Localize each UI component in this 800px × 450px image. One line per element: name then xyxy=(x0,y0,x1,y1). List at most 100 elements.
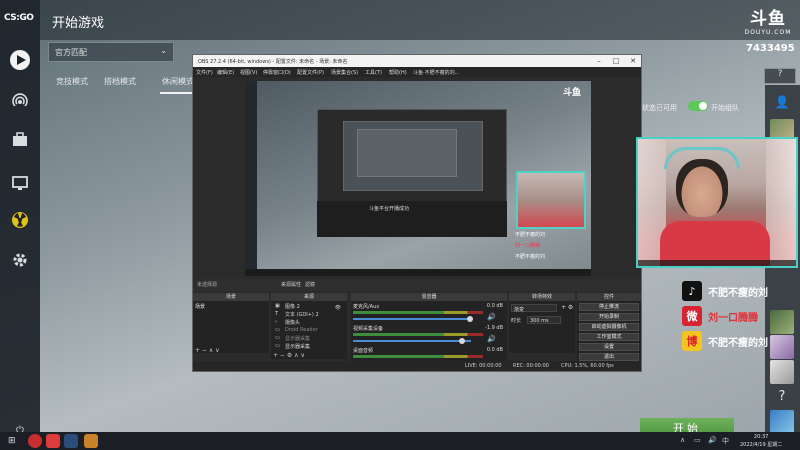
volume-slider[interactable] xyxy=(353,318,471,320)
volume-slider[interactable] xyxy=(353,340,471,342)
mixer-channel-name: 麦克风/Aux xyxy=(353,304,380,310)
social-handle: 不肥不瘦的刘 xyxy=(708,337,768,349)
obs-status-bar: LIVE: 00:00:00 REC: 00:00:00 CPU: 1.5%, … xyxy=(193,361,641,371)
douyu-brand-sub: DOUYU.COM xyxy=(744,29,792,36)
tray-arrow-icon[interactable]: ∧ xyxy=(680,436,685,444)
stop-streaming-button[interactable]: 停止推流 xyxy=(579,303,639,311)
speaker-icon[interactable]: 🔊 xyxy=(487,335,496,343)
menu-tools[interactable]: 工具(T) xyxy=(365,69,382,76)
exit-button[interactable]: 退出 xyxy=(579,353,639,361)
menu-scene-collection[interactable]: 场景集合(S) xyxy=(331,69,358,76)
speaker-icon[interactable]: 🔊 xyxy=(487,313,496,321)
source-item[interactable]: 摄像头 xyxy=(285,319,300,326)
source-item[interactable]: 图像 2 xyxy=(285,303,300,310)
preview-webcam xyxy=(516,171,586,229)
status-toggle-label: 状态已可用 xyxy=(642,104,677,112)
obs-window[interactable]: OBS 27.2.4 (64-bit, windows) - 配置文件: 未命名… xyxy=(192,54,642,372)
obs-app-icon[interactable] xyxy=(28,434,42,448)
source-item[interactable]: 文本 (GDI+) 2 xyxy=(285,311,319,318)
image-icon: ▣ xyxy=(275,303,280,309)
transition-add-icon[interactable]: + ⚙ xyxy=(561,304,573,311)
preview-douyu-logo: 斗鱼 xyxy=(563,88,582,98)
radiation-icon[interactable] xyxy=(8,208,32,232)
social-handle: 不肥不瘦的刘 xyxy=(708,287,768,299)
friend-avatar[interactable] xyxy=(770,335,794,359)
scene-item[interactable]: 场景 xyxy=(195,303,205,310)
weibo-icon: 微 xyxy=(682,306,702,326)
steam-app-icon[interactable] xyxy=(64,434,78,448)
friend-avatar[interactable] xyxy=(770,310,794,334)
preview-taskbar xyxy=(245,269,591,276)
duration-input[interactable]: 300 ms xyxy=(527,316,561,324)
menu-docks[interactable]: 停靠窗口(D) xyxy=(263,69,291,76)
scenes-list[interactable]: 场景 + − ∧ ∨ xyxy=(193,301,269,354)
volume-knob[interactable] xyxy=(459,338,465,344)
friend-avatar[interactable] xyxy=(770,360,794,384)
menu-profile[interactable]: 配置文件(P) xyxy=(297,69,324,76)
tab-competitive[interactable]: 竞技模式 xyxy=(56,76,88,87)
network-icon[interactable]: ▭ xyxy=(694,436,701,444)
volume-icon[interactable]: 🔊 xyxy=(708,436,717,444)
source-properties-button[interactable]: 来源属性 xyxy=(281,281,301,288)
obs-window-title: OBS 27.2.4 (64-bit, windows) - 配置文件: 未命名… xyxy=(198,59,348,65)
play-icon[interactable] xyxy=(8,48,32,72)
start-recording-button[interactable]: 开始录制 xyxy=(579,313,639,321)
duration-label: 时长 xyxy=(511,318,522,324)
douyu-logo: 斗鱼 DOUYU.COM xyxy=(742,4,794,40)
taskbar-clock[interactable]: 20:37 2022/4/19 星期二 xyxy=(740,433,782,449)
menu-help[interactable]: 帮助(H) xyxy=(389,69,407,76)
windows-start-icon[interactable]: ⊞ xyxy=(8,434,22,448)
party-toggle[interactable] xyxy=(688,101,708,111)
cpu-fps: CPU: 1.5%, 60.00 fps xyxy=(561,363,614,369)
tab-casual[interactable]: 休闲模式 xyxy=(162,76,194,87)
close-icon[interactable]: ✕ xyxy=(625,55,641,67)
douyu-app-icon[interactable] xyxy=(46,434,60,448)
source-item[interactable]: 显示器采集 xyxy=(285,343,310,350)
monitor-icon: ▭ xyxy=(275,343,280,349)
audio-meter xyxy=(353,333,483,336)
transition-type-select[interactable]: 渐变 xyxy=(511,304,557,313)
sources-list[interactable]: ▣ 图像 2 T 文本 (GDI+) 2 › 摄像头 ▭ Droid Reade… xyxy=(271,301,347,359)
social-row-tiktok: ♪ 不肥不瘦的刘 xyxy=(682,280,768,302)
active-tab-indicator xyxy=(160,92,196,94)
source-add-icon[interactable]: + − ⚙ ∧ ∨ xyxy=(273,352,305,359)
gear-icon[interactable] xyxy=(8,248,32,272)
ime-icon[interactable]: 中 xyxy=(722,436,729,446)
camera-icon: › xyxy=(275,319,277,325)
csgo-logo: CS:GO xyxy=(4,13,34,23)
studio-mode-button[interactable]: 工作室模式 xyxy=(579,333,639,341)
minimize-icon[interactable]: – xyxy=(591,55,607,67)
settings-button[interactable]: 设置 xyxy=(579,343,639,351)
tab-wingman[interactable]: 搭档模式 xyxy=(104,76,136,87)
source-item[interactable]: 显示器采集 xyxy=(285,335,310,342)
obs-preview[interactable]: 斗鱼平台开播成功 斗鱼 不肥不瘦的刘 刘一口腾腾 不肥不瘦的刘 xyxy=(245,81,591,276)
preview-social-3: 不肥不瘦的刘 xyxy=(515,254,546,260)
inventory-icon[interactable] xyxy=(8,128,32,152)
help-button[interactable]: ? xyxy=(764,68,796,84)
scene-add-icon[interactable]: + − ∧ ∨ xyxy=(195,347,220,354)
friends-icon[interactable]: 👤 xyxy=(770,95,794,119)
csgo-app-icon[interactable] xyxy=(84,434,98,448)
eye-icon[interactable]: 👁 xyxy=(335,305,341,311)
menu-file[interactable]: 文件(F) xyxy=(196,69,213,76)
mixer-header: 混音器 xyxy=(351,293,507,301)
controls-header: 控件 xyxy=(577,293,641,301)
help-icon[interactable]: ? xyxy=(770,385,794,409)
tv-icon[interactable] xyxy=(8,170,32,194)
volume-knob[interactable] xyxy=(467,316,473,322)
page-title: 开始游戏 xyxy=(52,16,105,31)
maximize-icon[interactable]: □ xyxy=(608,55,624,67)
menu-edit[interactable]: 编辑(E) xyxy=(217,69,234,76)
webcam-overlay xyxy=(636,137,798,268)
friend-avatar[interactable] xyxy=(770,410,794,434)
source-item[interactable]: Droid Reader xyxy=(285,327,318,333)
filters-button[interactable]: 滤镜 xyxy=(305,281,315,288)
mixer-channel-db: 0.0 dB xyxy=(486,347,503,353)
game-mode-select[interactable]: 官方匹配 ⌄ xyxy=(48,42,174,62)
virtual-camera-button[interactable]: 启动虚拟摄像机 xyxy=(579,323,639,331)
scene-transitions[interactable]: 渐变 + ⚙ 时长 300 ms xyxy=(509,301,575,353)
audio-meter xyxy=(353,311,483,314)
menu-douyu[interactable]: 斗鱼·不肥不瘦的刘... xyxy=(413,69,459,76)
menu-view[interactable]: 视图(V) xyxy=(240,69,257,76)
broadcast-icon[interactable] xyxy=(8,89,32,113)
